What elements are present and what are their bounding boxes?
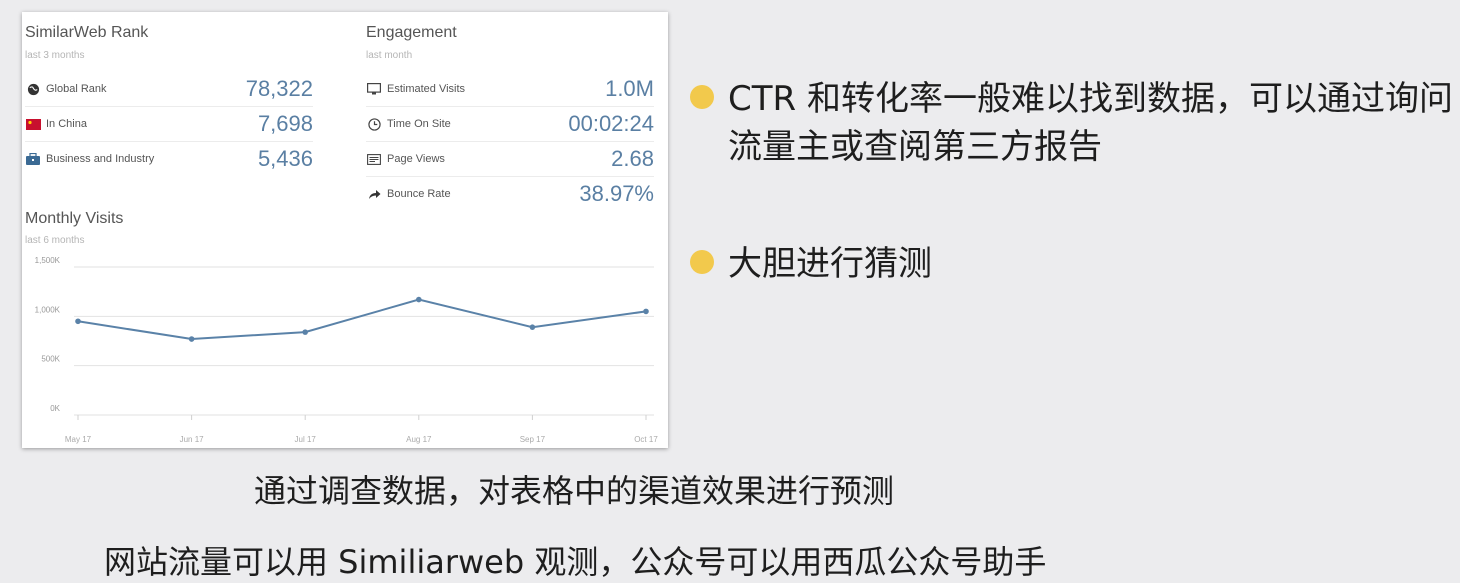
x-tick-label: May 17 — [65, 435, 92, 444]
y-tick-label: 0K — [50, 404, 60, 413]
data-point — [188, 336, 195, 342]
data-point — [416, 296, 422, 303]
x-tick-label: Aug 17 — [406, 435, 432, 444]
series-line — [77, 298, 647, 341]
y-tick-label: 500K — [41, 355, 60, 364]
y-tick-label: 1,500K — [35, 256, 61, 265]
data-point — [302, 329, 309, 335]
x-tick-label: Jul 17 — [295, 435, 317, 444]
y-tick-label: 1,000K — [35, 305, 61, 314]
data-point — [75, 318, 81, 325]
data-point — [529, 324, 536, 330]
bullet-text-1: CTR 和转化率一般难以找到数据，可以通过询问流量主或查阅第三方报告 — [728, 79, 1453, 167]
similarweb-card: SimilarWeb Rank last 3 months Global Ran… — [22, 12, 668, 448]
x-tick-label: Sep 17 — [520, 435, 546, 444]
caption-line-1: 通过调查数据，对表格中的渠道效果进行预测 — [254, 472, 895, 510]
x-tick-label: Oct 17 — [634, 435, 658, 444]
bullet-text-2: 大胆进行猜测 — [728, 244, 932, 284]
bullet-dot-2 — [690, 250, 714, 274]
x-tick-label: Jun 17 — [180, 435, 205, 444]
caption-line-2: 网站流量可以用 Similiarweb 观测，公众号可以用西瓜公众号助手 — [104, 543, 1047, 581]
bullet-dot-1 — [690, 85, 714, 109]
data-point — [643, 308, 649, 315]
monthly-visits-chart: 0K 500K 1,000K 1,500K May 17 Jun 17 Jul 17 Aug … — [35, 256, 659, 444]
